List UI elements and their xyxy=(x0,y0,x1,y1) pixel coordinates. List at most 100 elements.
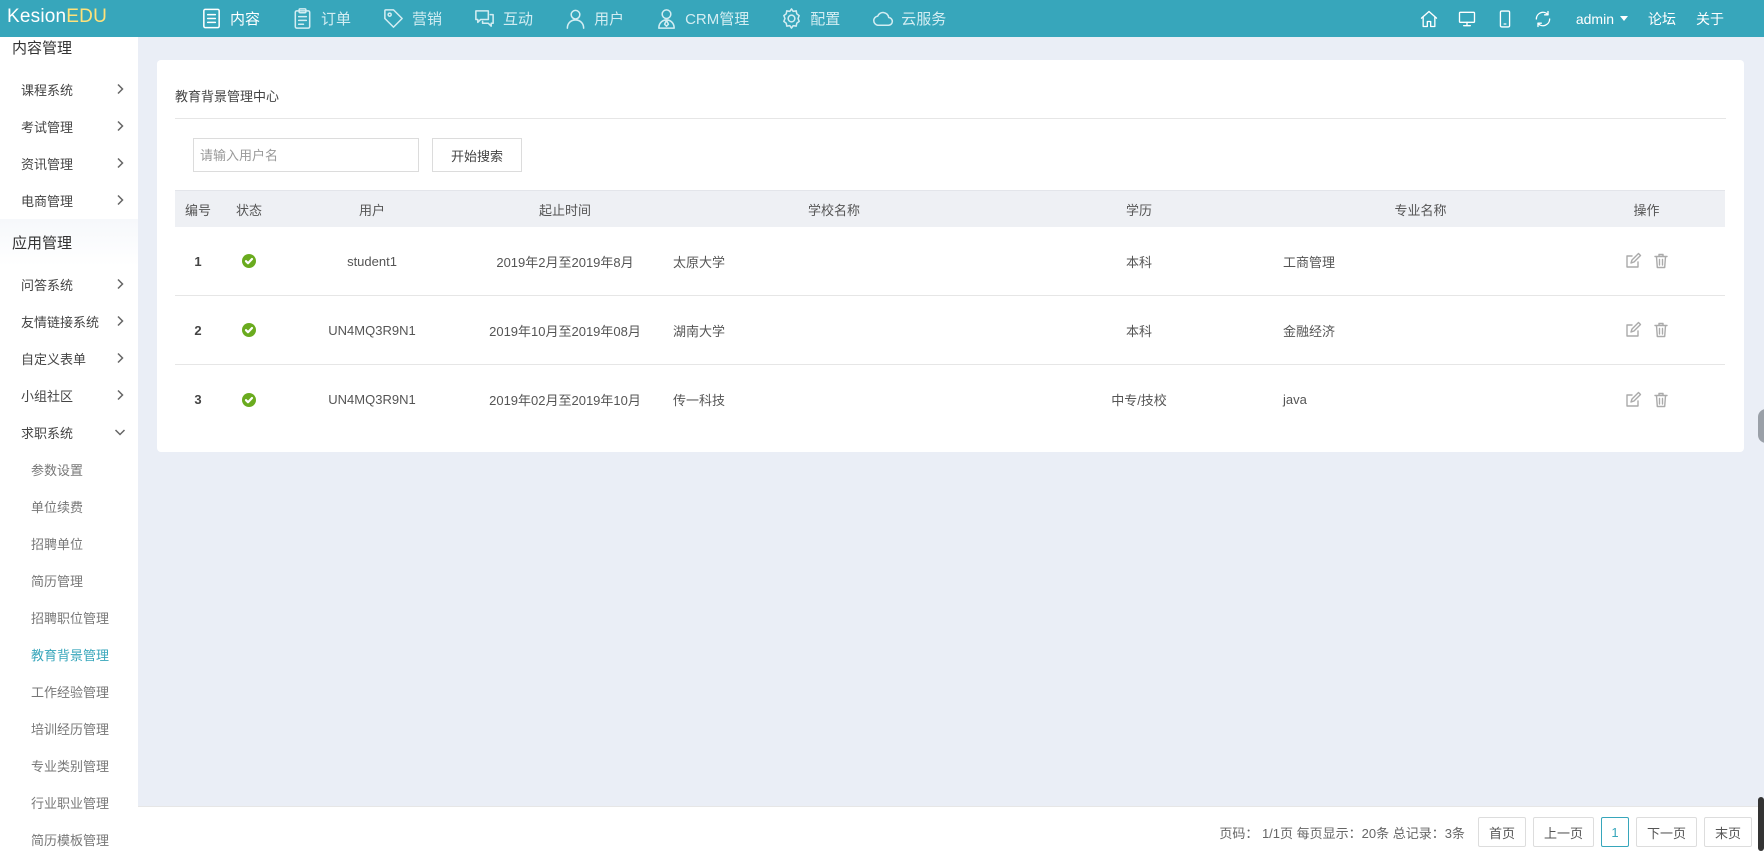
chevron-right-icon xyxy=(114,278,126,290)
gear-icon xyxy=(783,8,801,29)
nav-cloud[interactable]: 云服务 xyxy=(871,0,946,37)
nav-interaction[interactable]: 互动 xyxy=(473,0,533,37)
home-icon xyxy=(1420,10,1438,27)
sidebar-item-forms[interactable]: 自定义表单 xyxy=(0,340,138,377)
search-button[interactable]: 开始搜索 xyxy=(432,138,522,172)
nav-config[interactable]: 配置 xyxy=(780,0,840,37)
header-major: 专业名称 xyxy=(1394,202,1447,218)
username-search-input[interactable] xyxy=(193,138,419,172)
trash-icon[interactable] xyxy=(1652,321,1670,339)
desktop-preview-button[interactable] xyxy=(1448,0,1486,37)
admin-menu[interactable]: admin xyxy=(1576,11,1628,27)
nav-marketing[interactable]: 营销 xyxy=(382,0,442,37)
cloud-icon xyxy=(873,11,894,26)
edit-icon[interactable] xyxy=(1624,391,1642,409)
nav-orders[interactable]: 订单 xyxy=(291,0,351,37)
sidebar-item-jobs[interactable]: 求职系统 xyxy=(0,414,138,451)
row-degree: 中专/技校 xyxy=(1111,393,1167,408)
header-time: 起止时间 xyxy=(538,202,591,218)
home-button[interactable] xyxy=(1410,0,1448,37)
sidebar-item-news[interactable]: 资讯管理 xyxy=(0,145,138,182)
nav-users[interactable]: 用户 xyxy=(564,0,624,37)
pager-info: 页码： 1/1页 每页显示：20条 总记录：3条 xyxy=(1219,825,1465,841)
chevron-down-icon xyxy=(114,426,126,438)
sidebar-subitem-majors[interactable]: 专业类别管理 xyxy=(0,747,138,784)
row-degree: 本科 xyxy=(1125,323,1152,339)
pagination-bar: 页码： 1/1页 每页显示：20条 总记录：3条 首页 上一页 1 下一页 末页 xyxy=(138,806,1764,855)
sidebar-item-course[interactable]: 课程系统 xyxy=(0,71,138,108)
table-header: 编号 状态 用户 起止时间 学校名称 学历 专业名称 操作 xyxy=(175,190,1725,227)
scrollbar-thumb[interactable] xyxy=(1758,797,1764,851)
refresh-button[interactable] xyxy=(1524,0,1562,37)
sidebar-subitem-positions[interactable]: 招聘职位管理 xyxy=(0,599,138,636)
chevron-right-icon xyxy=(114,120,126,132)
sidebar-subitem-education[interactable]: 教育背景管理 xyxy=(0,636,138,673)
trash-icon[interactable] xyxy=(1652,252,1670,270)
sidebar-item-groups[interactable]: 小组社区 xyxy=(0,377,138,414)
sidebar-subitem-resumes[interactable]: 简历管理 xyxy=(0,562,138,599)
top-right-tools: admin 论坛 关于 xyxy=(1410,0,1724,37)
row-major: 金融经济 xyxy=(1283,323,1336,339)
prev-page-button[interactable]: 上一页 xyxy=(1532,817,1594,847)
row-user: student1 xyxy=(347,253,397,269)
side-handle[interactable] xyxy=(1758,409,1764,443)
first-page-button[interactable]: 首页 xyxy=(1477,817,1526,847)
mobile-icon xyxy=(1499,9,1511,28)
chevron-right-icon xyxy=(114,194,126,206)
sidebar-subitem-training[interactable]: 培训经历管理 xyxy=(0,710,138,747)
header-degree: 学历 xyxy=(1125,202,1152,218)
mobile-preview-button[interactable] xyxy=(1486,0,1524,37)
chevron-right-icon xyxy=(114,315,126,327)
sidebar-subitem-experience[interactable]: 工作经验管理 xyxy=(0,673,138,710)
last-page-button[interactable]: 末页 xyxy=(1703,817,1752,847)
sidebar-subitem-renewal[interactable]: 单位续费 xyxy=(0,488,138,525)
row-user: UN4MQ3R9N1 xyxy=(328,392,416,407)
about-link[interactable]: 关于 xyxy=(1696,9,1724,29)
header-id: 编号 xyxy=(184,202,211,218)
next-page-button[interactable]: 下一页 xyxy=(1635,817,1697,847)
row-id: 3 xyxy=(194,392,202,407)
sidebar-item-ecommerce[interactable]: 电商管理 xyxy=(0,182,138,219)
chevron-right-icon xyxy=(114,352,126,364)
row-school: 湖南大学 xyxy=(673,323,726,339)
header-ops: 操作 xyxy=(1633,202,1660,218)
row-time: 2019年2月至2019年8月 xyxy=(496,254,634,270)
status-ok-icon[interactable] xyxy=(242,254,256,268)
divider xyxy=(175,118,1726,119)
sidebar-subitem-employers[interactable]: 招聘单位 xyxy=(0,525,138,562)
header-status: 状态 xyxy=(235,202,262,218)
page-title: 教育背景管理中心 xyxy=(175,89,280,104)
clipboard-icon xyxy=(294,8,311,29)
nav-content[interactable]: 内容 xyxy=(200,0,260,37)
status-ok-icon[interactable] xyxy=(242,323,256,337)
sidebar-item-exam[interactable]: 考试管理 xyxy=(0,108,138,145)
sidebar-group-apps: 应用管理 xyxy=(0,219,138,266)
edit-icon[interactable] xyxy=(1624,252,1642,270)
row-user: UN4MQ3R9N1 xyxy=(328,322,416,338)
tag-icon xyxy=(384,9,403,28)
sidebar-item-links[interactable]: 友情链接系统 xyxy=(0,303,138,340)
sidebar-item-qa[interactable]: 问答系统 xyxy=(0,266,138,303)
sidebar-subitem-params[interactable]: 参数设置 xyxy=(0,451,138,488)
caret-down-icon xyxy=(1620,16,1628,21)
content-card: 教育背景管理中心 开始搜索 编号 状态 用户 起止时间 学校名称 学历 专业名称… xyxy=(157,60,1744,452)
table-row: 2 UN4MQ3R9N1 2019年10月至2019年08月 湖南大学 本科 金… xyxy=(175,296,1725,365)
main-nav: 内容 订单 营销 互动 用户 CRM管理 配置 云服务 xyxy=(200,0,977,37)
sidebar-subitem-templates[interactable]: 简历模板管理 xyxy=(0,821,138,855)
header-school: 学校名称 xyxy=(807,202,860,218)
row-id: 2 xyxy=(194,322,202,338)
trash-icon[interactable] xyxy=(1652,391,1670,409)
sidebar-subitem-industries[interactable]: 行业职业管理 xyxy=(0,784,138,821)
row-school: 传一科技 xyxy=(673,393,726,408)
logo[interactable]: KesionEDU xyxy=(7,6,107,28)
refresh-icon xyxy=(1535,10,1551,27)
monitor-icon xyxy=(1458,11,1476,26)
edit-icon[interactable] xyxy=(1624,321,1642,339)
chevron-right-icon xyxy=(114,389,126,401)
sidebar-group-content: 内容管理 xyxy=(12,40,73,57)
nav-crm[interactable]: CRM管理 xyxy=(655,0,749,37)
status-ok-icon[interactable] xyxy=(242,392,256,407)
document-list-icon xyxy=(203,8,220,29)
current-page-button[interactable]: 1 xyxy=(1600,817,1629,847)
forum-link[interactable]: 论坛 xyxy=(1648,9,1676,29)
